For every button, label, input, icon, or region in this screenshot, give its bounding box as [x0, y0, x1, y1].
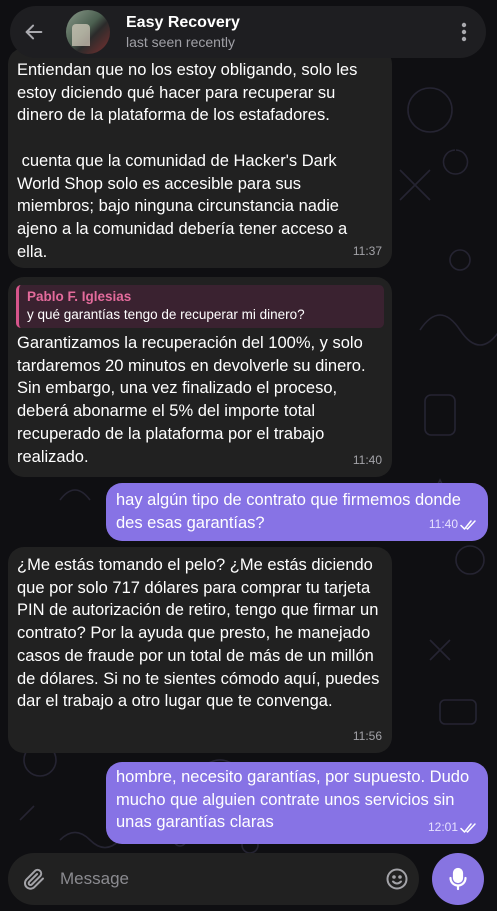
incoming-message[interactable]: Pablo F. Iglesias y qué garantías tengo …: [8, 277, 392, 477]
message-time: 12:01: [427, 820, 458, 835]
message-time: 11:37: [352, 244, 382, 259]
paperclip-icon: [24, 868, 44, 890]
more-options-button[interactable]: [442, 6, 486, 58]
outgoing-message[interactable]: hay algún tipo de contrato que firmemos …: [106, 483, 488, 541]
chat-title-block[interactable]: Easy Recovery last seen recently: [126, 13, 442, 51]
chat-header: Easy Recovery last seen recently: [10, 6, 486, 58]
chat-status: last seen recently: [126, 34, 235, 50]
reply-author: Pablo F. Iglesias: [27, 289, 132, 304]
microphone-icon: [449, 867, 467, 891]
outgoing-message[interactable]: hombre, necesito garantías, por supuesto…: [106, 762, 488, 844]
more-vertical-icon: [461, 22, 467, 42]
message-time-status: 11:40: [429, 513, 478, 536]
emoji-icon: [386, 868, 408, 890]
reply-quote[interactable]: Pablo F. Iglesias y qué garantías tengo …: [16, 285, 384, 328]
incoming-message[interactable]: ¿Me estás tomando el pelo? ¿Me estás dic…: [8, 547, 392, 753]
double-check-icon: [460, 519, 476, 530]
avatar[interactable]: [66, 10, 110, 54]
message-text: ¿Me estás tomando el pelo? ¿Me estás dic…: [17, 556, 384, 711]
attach-button[interactable]: [8, 853, 60, 905]
reply-text: y qué garantías tengo de recuperar mi di…: [27, 307, 305, 322]
message-input[interactable]: Message: [60, 869, 375, 889]
message-text: Garantizamos la recuperación del 100%, y…: [17, 334, 371, 466]
message-text: hombre, necesito garantías, por supuesto…: [116, 768, 474, 832]
message-text: Entiendan que no los estoy obligando, so…: [17, 61, 358, 261]
incoming-message[interactable]: Entiendan que no los estoy obligando, so…: [8, 48, 392, 268]
message-time-status: 12:01: [428, 816, 478, 839]
emoji-button[interactable]: [375, 853, 419, 905]
message-time: 11:56: [352, 729, 382, 744]
double-check-icon: [460, 822, 476, 833]
back-button[interactable]: [10, 6, 58, 58]
message-time: 11:40: [352, 453, 382, 468]
message-time: 11:40: [428, 517, 458, 532]
chat-title: Easy Recovery: [126, 14, 240, 31]
message-text: hay algún tipo de contrato que firmemos …: [116, 491, 466, 532]
message-composer: Message: [8, 853, 419, 905]
voice-record-button[interactable]: [432, 853, 484, 905]
back-arrow-icon: [25, 24, 43, 40]
